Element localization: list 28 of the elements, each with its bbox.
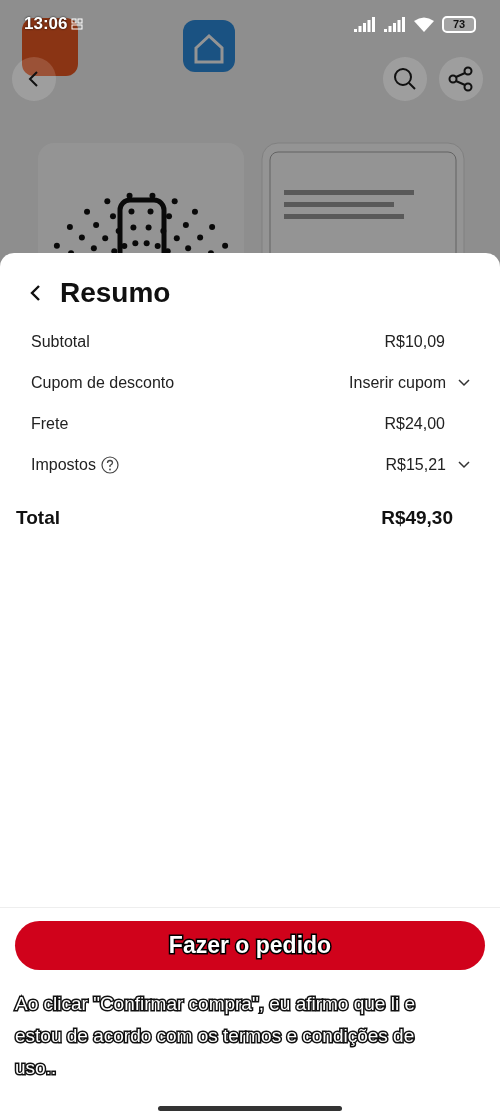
amount: R$24,00 — [384, 414, 445, 433]
battery-icon: 73 — [442, 15, 476, 33]
chevron-down-icon — [458, 460, 470, 469]
total-amount: R$49,30 — [381, 507, 453, 529]
status-time: 13:06 — [24, 14, 68, 34]
terms-notice: Ao clicar "Confirmar compra", eu afirmo que li e estou de acordo com os termos e condições de uso.. — [15, 992, 417, 1081]
row-label: Frete — [31, 414, 69, 433]
help-icon[interactable] — [100, 455, 119, 474]
dropdown[interactable]: Inserir cupom — [349, 373, 470, 392]
wifi-icon — [414, 16, 434, 32]
signal-icon — [354, 16, 376, 32]
back-button[interactable] — [30, 284, 42, 302]
search-icon — [393, 67, 417, 91]
amount: R$10,09 — [384, 332, 445, 351]
notification-icon — [71, 18, 84, 30]
chevron-left-icon — [27, 70, 41, 88]
chevron-down-icon — [458, 378, 470, 387]
row-label: Cupom de desconto — [31, 373, 175, 392]
sheet-title: Resumo — [60, 277, 171, 309]
dropdown[interactable]: R$15,21 — [385, 455, 470, 474]
share-icon — [448, 66, 474, 92]
place-order-button[interactable]: Fazer o pedido — [15, 921, 485, 971]
signal-icon — [384, 16, 406, 32]
total-label: Total — [16, 507, 60, 529]
row-label: Impostos — [31, 455, 96, 474]
search-button[interactable] — [383, 57, 427, 101]
share-button[interactable] — [439, 57, 483, 101]
row-label: Subtotal — [31, 332, 90, 351]
